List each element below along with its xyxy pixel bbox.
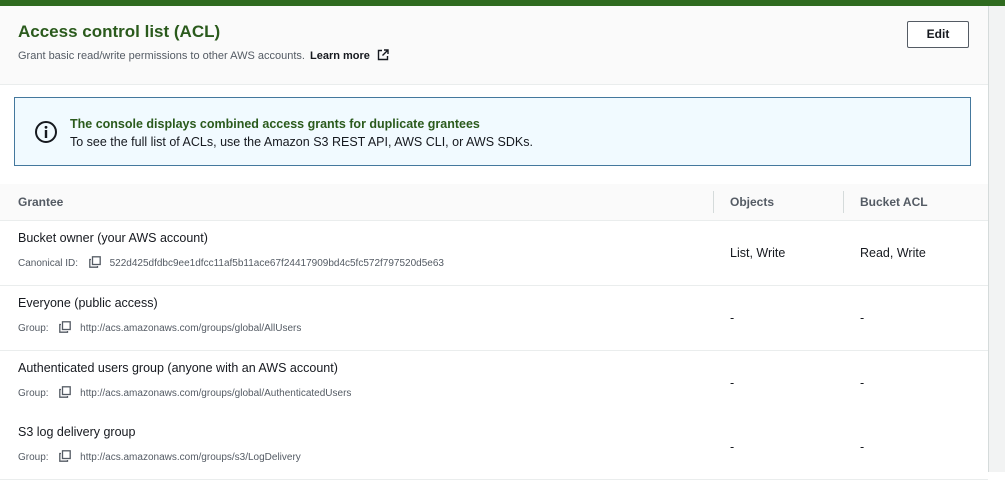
grantee-name: S3 log delivery group bbox=[18, 425, 136, 439]
grantee-id-value: http://acs.amazonaws.com/groups/s3/LogDe… bbox=[80, 452, 301, 463]
bucket-acl-permission: - bbox=[860, 376, 865, 390]
table-row: Authenticated users group (anyone with a… bbox=[0, 351, 988, 416]
table-header: Grantee Objects Bucket ACL bbox=[0, 184, 988, 221]
grantee-detail: Group: http://acs.amazonaws.com/groups/s… bbox=[18, 450, 301, 463]
grantee-detail: Group: http://acs.amazonaws.com/groups/g… bbox=[18, 386, 351, 399]
grantee-id-value: http://acs.amazonaws.com/groups/global/A… bbox=[80, 388, 352, 399]
column-header-bucket-acl: Bucket ACL bbox=[860, 195, 928, 209]
objects-permission: - bbox=[730, 376, 735, 390]
table-row: Bucket owner (your AWS account) Canonica… bbox=[0, 221, 988, 286]
grantee-id-label: Group: bbox=[18, 323, 49, 334]
grantee-detail: Group: http://acs.amazonaws.com/groups/g… bbox=[18, 321, 301, 334]
subtitle-text: Grant basic read/write permissions to ot… bbox=[18, 50, 305, 62]
grantee-id-value: 522d425dfdbc9ee1dfcc11af5b11ace67f244179… bbox=[109, 258, 444, 269]
panel-subtitle: Grant basic read/write permissions to ot… bbox=[18, 49, 389, 62]
learn-more-link[interactable]: Learn more bbox=[310, 49, 389, 62]
grantee-id-value: http://acs.amazonaws.com/groups/global/A… bbox=[80, 323, 302, 334]
copy-icon[interactable] bbox=[59, 386, 72, 398]
copy-icon[interactable] bbox=[88, 256, 101, 268]
table-row: Everyone (public access) Group: http://a… bbox=[0, 286, 988, 351]
grantee-id-label: Group: bbox=[18, 452, 49, 463]
grantee-name: Everyone (public access) bbox=[18, 296, 158, 310]
external-link-icon bbox=[377, 49, 389, 61]
info-title: The console displays combined access gra… bbox=[70, 117, 480, 131]
column-header-grantee: Grantee bbox=[18, 195, 64, 209]
learn-more-label: Learn more bbox=[310, 50, 370, 62]
column-divider bbox=[713, 191, 714, 213]
objects-permission: - bbox=[730, 311, 735, 325]
acl-panel: Access control list (ACL) Grant basic re… bbox=[0, 6, 989, 480]
panel-title: Access control list (ACL) bbox=[18, 22, 221, 41]
column-divider bbox=[843, 191, 844, 213]
copy-icon[interactable] bbox=[59, 321, 72, 333]
table-row: S3 log delivery group Group: http://acs.… bbox=[0, 415, 988, 480]
column-header-objects: Objects bbox=[730, 195, 775, 209]
grantee-name: Authenticated users group (anyone with a… bbox=[18, 361, 338, 375]
info-icon bbox=[35, 121, 57, 143]
objects-permission: List, Write bbox=[730, 246, 786, 260]
grantee-name: Bucket owner (your AWS account) bbox=[18, 231, 208, 245]
bucket-acl-permission: - bbox=[860, 311, 865, 325]
grantee-detail: Canonical ID: 522d425dfdbc9ee1dfcc11af5b… bbox=[18, 256, 444, 269]
info-alert: The console displays combined access gra… bbox=[14, 97, 971, 166]
edit-button[interactable]: Edit bbox=[907, 21, 969, 48]
panel-header: Access control list (ACL) Grant basic re… bbox=[0, 6, 988, 85]
info-body: To see the full list of ACLs, use the Am… bbox=[70, 135, 533, 149]
objects-permission: - bbox=[730, 440, 735, 454]
bucket-acl-permission: Read, Write bbox=[860, 246, 926, 260]
page-scroll-gutter bbox=[989, 6, 1005, 472]
bucket-acl-permission: - bbox=[860, 440, 865, 454]
grantee-id-label: Group: bbox=[18, 388, 49, 399]
copy-icon[interactable] bbox=[59, 450, 72, 462]
grantee-id-label: Canonical ID: bbox=[18, 258, 79, 269]
